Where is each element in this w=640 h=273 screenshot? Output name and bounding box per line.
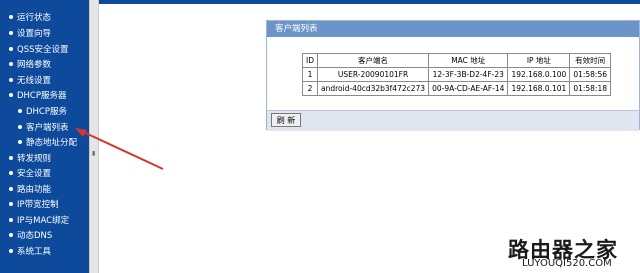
annotation-arrow-icon	[75, 128, 164, 170]
watermark-url: LUYOUQI520.COM	[522, 258, 612, 269]
arrow-head	[75, 128, 87, 137]
arrow-shaft	[78, 129, 164, 170]
